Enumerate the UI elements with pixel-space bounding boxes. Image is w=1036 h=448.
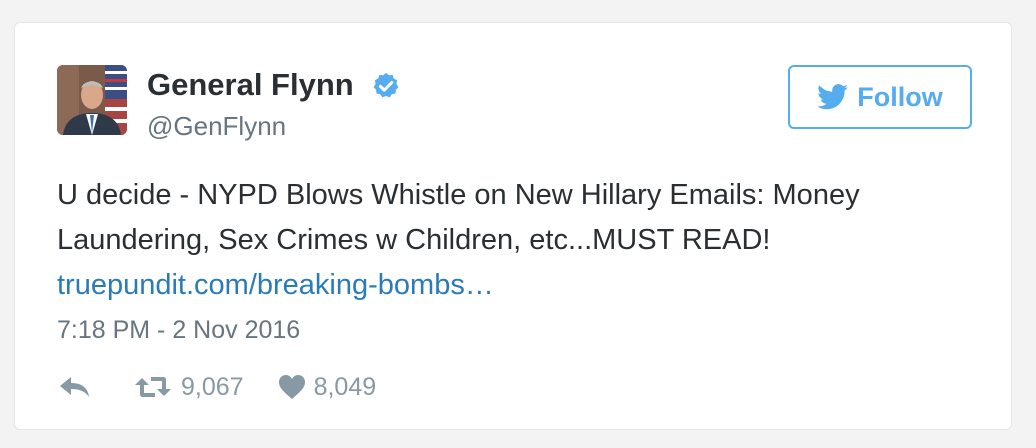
tweet-text-line: U decide - NYPD Blows Whistle on New Hil… <box>57 179 860 211</box>
author-handle[interactable]: @GenFlynn <box>147 111 286 141</box>
tweet-text: U decide - NYPD Blows Whistle on New Hil… <box>57 173 977 308</box>
tweet-timestamp[interactable]: 7:18 PM - 2 Nov 2016 <box>57 315 300 345</box>
author-name[interactable]: General Flynn <box>147 67 354 103</box>
follow-label: Follow <box>857 82 943 112</box>
like-button[interactable]: 8,049 <box>278 372 377 402</box>
follow-button[interactable]: Follow <box>788 65 972 129</box>
tweet-actions: 9,067 8,049 <box>57 367 376 407</box>
tweet-card: General Flynn @GenFlynn Follow U decide … <box>14 22 1012 430</box>
retweet-button[interactable]: 9,067 <box>133 372 244 402</box>
avatar-image <box>57 65 127 135</box>
twitter-bird-icon <box>817 84 849 110</box>
tweet-text-line: Laundering, Sex Crimes w Children, etc..… <box>57 224 771 256</box>
tweet-link[interactable]: truepundit.com/breaking-bombs… <box>57 263 977 308</box>
reply-button[interactable] <box>57 374 91 400</box>
avatar[interactable] <box>57 65 127 135</box>
like-count: 8,049 <box>313 373 377 401</box>
retweet-icon <box>135 377 171 397</box>
heart-icon <box>278 375 305 399</box>
verified-badge-icon <box>373 72 399 98</box>
reply-icon <box>60 377 89 397</box>
retweet-count: 9,067 <box>181 373 244 401</box>
